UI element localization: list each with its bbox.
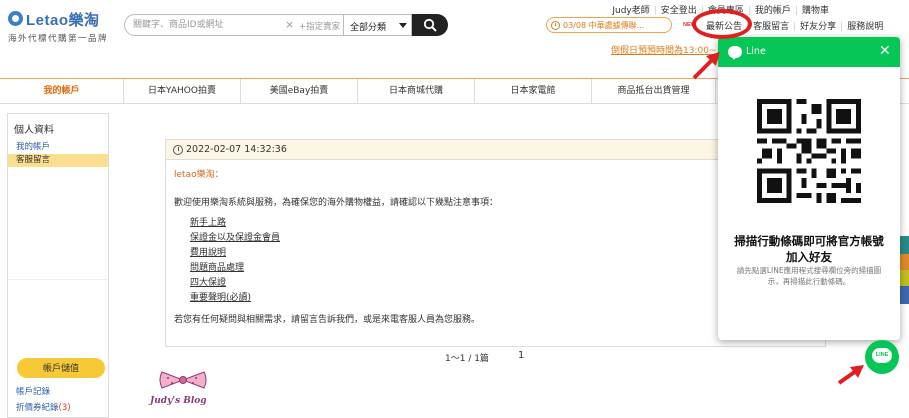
tab-ebay-auction[interactable]: 美國eBay拍賣 bbox=[241, 79, 358, 104]
line-chat-button[interactable]: LINE bbox=[865, 340, 899, 374]
divider: | bbox=[794, 6, 798, 16]
link-four-guarantees[interactable]: 四大保證 bbox=[190, 275, 226, 288]
tab-japan-mall[interactable]: 日本商城代購 bbox=[358, 79, 475, 104]
divider: | bbox=[793, 22, 797, 32]
tab-shipment-management[interactable]: 商品抵台出貨管理 bbox=[592, 79, 716, 104]
category-select[interactable]: 全部分類 bbox=[344, 14, 412, 36]
top-link-cart[interactable]: 購物車 bbox=[802, 6, 829, 16]
message-sender: letao樂淘： bbox=[174, 170, 224, 180]
divider: | bbox=[747, 6, 751, 16]
clock-icon bbox=[173, 145, 183, 155]
line-popup-title: Line bbox=[746, 46, 766, 57]
side-tab[interactable] bbox=[900, 236, 909, 254]
bow-icon bbox=[159, 371, 207, 389]
deposit-button[interactable]: 帳戶儲值 bbox=[17, 358, 105, 378]
blog-watermark: Judy's Blog bbox=[150, 396, 207, 406]
top-link-account[interactable]: 我的帳戶 bbox=[755, 6, 791, 16]
notice-text: 03/08 中華處據傳聯... bbox=[563, 21, 645, 30]
link-fee-info[interactable]: 費用說明 bbox=[190, 245, 226, 258]
logo[interactable]: Letao樂淘 海外代標代購第一品牌 bbox=[8, 10, 118, 46]
line-chat-label: LINE bbox=[872, 348, 892, 363]
side-tab[interactable] bbox=[900, 254, 909, 270]
search-input[interactable] bbox=[133, 18, 283, 32]
sidebar-title: 個人資料 bbox=[14, 125, 54, 136]
sidebar-item-my-account[interactable]: 我的帳戶 bbox=[8, 141, 108, 154]
link-beginner-guide[interactable]: 新手上路 bbox=[190, 215, 226, 228]
message-timestamp: 2022-02-07 14:32:36 bbox=[186, 144, 287, 155]
notice-pill[interactable]: 03/08 中華處據傳聯... bbox=[546, 17, 672, 33]
link-share-friends[interactable]: 好友分享 bbox=[800, 22, 836, 32]
logo-mark-icon bbox=[8, 11, 23, 26]
side-tab[interactable] bbox=[900, 286, 909, 304]
pagination-summary: 1～1 / 1篇 bbox=[445, 354, 489, 364]
annotation-circle bbox=[692, 9, 752, 39]
chevron-down-icon bbox=[399, 23, 407, 28]
page-number[interactable]: 1 bbox=[518, 350, 524, 361]
category-label: 全部分類 bbox=[350, 23, 387, 33]
close-icon[interactable]: ✕ bbox=[879, 43, 891, 59]
annotation-arrow-icon bbox=[692, 52, 720, 80]
line-popup: Line ✕ 掃描行動條碼即可將官方帳號加入好友 請先點選LINE應用程式搜尋欄… bbox=[718, 37, 900, 340]
logo-text: Letao樂淘 bbox=[26, 12, 100, 29]
line-popup-description: 請先點選LINE應用程式搜尋欄位旁的掃描圖示，再掃描此行動條碼。 bbox=[736, 266, 882, 286]
side-tab[interactable] bbox=[900, 270, 909, 286]
assign-store-link[interactable]: +指定賣家 bbox=[299, 20, 340, 32]
tab-yahoo-auction[interactable]: 日本YAHOO拍賣 bbox=[124, 79, 241, 104]
line-logo-icon bbox=[728, 46, 742, 60]
search-button[interactable] bbox=[412, 14, 448, 36]
tab-japan-appliances[interactable]: 日本家電館 bbox=[475, 79, 592, 104]
tab-my-account[interactable]: 我的帳戶 bbox=[0, 79, 124, 104]
top-link-logout[interactable]: 安全登出 bbox=[661, 6, 697, 16]
sidebar-item-customer-message[interactable]: 客服留言 bbox=[8, 154, 108, 167]
account-records-link[interactable]: 帳戶記錄 bbox=[16, 385, 50, 397]
sidebar: 個人資料 我的帳戶 客服留言 帳戶儲值 帳戶記錄 折價券紀錄(3) bbox=[7, 113, 109, 418]
divider: | bbox=[840, 22, 844, 32]
message-intro: 歡迎使用樂淘系統與服務，為確保您的海外購物權益，請確認以下幾點注意事項： bbox=[174, 198, 499, 208]
top-link-user[interactable]: Judy老師 bbox=[612, 6, 649, 16]
search-box: × +指定賣家 bbox=[124, 14, 344, 36]
annotation-arrow-icon bbox=[837, 365, 864, 385]
clear-icon[interactable]: × bbox=[285, 18, 294, 31]
coupon-count: (3) bbox=[58, 403, 71, 413]
line-popup-heading: 掃描行動條碼即可將官方帳號加入好友 bbox=[734, 234, 884, 264]
link-problem-items[interactable]: 問題商品處理 bbox=[190, 260, 244, 273]
clock-icon bbox=[551, 21, 560, 30]
coupon-records-label: 折價券紀錄 bbox=[16, 403, 59, 413]
coupon-records-link[interactable]: 折價券紀錄(3) bbox=[16, 401, 71, 413]
logo-tagline: 海外代標代購第一品牌 bbox=[8, 34, 109, 44]
divider: | bbox=[653, 6, 657, 16]
search-icon bbox=[423, 18, 437, 32]
line-popup-header: Line ✕ bbox=[718, 37, 900, 67]
divider bbox=[8, 279, 108, 280]
link-customer-message[interactable]: 客服留言 bbox=[753, 22, 789, 32]
link-deposit-membership[interactable]: 保證金以及保證金會員 bbox=[190, 230, 280, 243]
link-service-info[interactable]: 服務說明 bbox=[847, 22, 883, 32]
link-important-notice[interactable]: 重要聲明(必讀) bbox=[190, 290, 251, 303]
qr-code bbox=[757, 99, 861, 203]
message-footer: 若您有任何疑問與相關需求，請留言告訴我們，或是來電客服人員為您服務。 bbox=[174, 315, 481, 325]
